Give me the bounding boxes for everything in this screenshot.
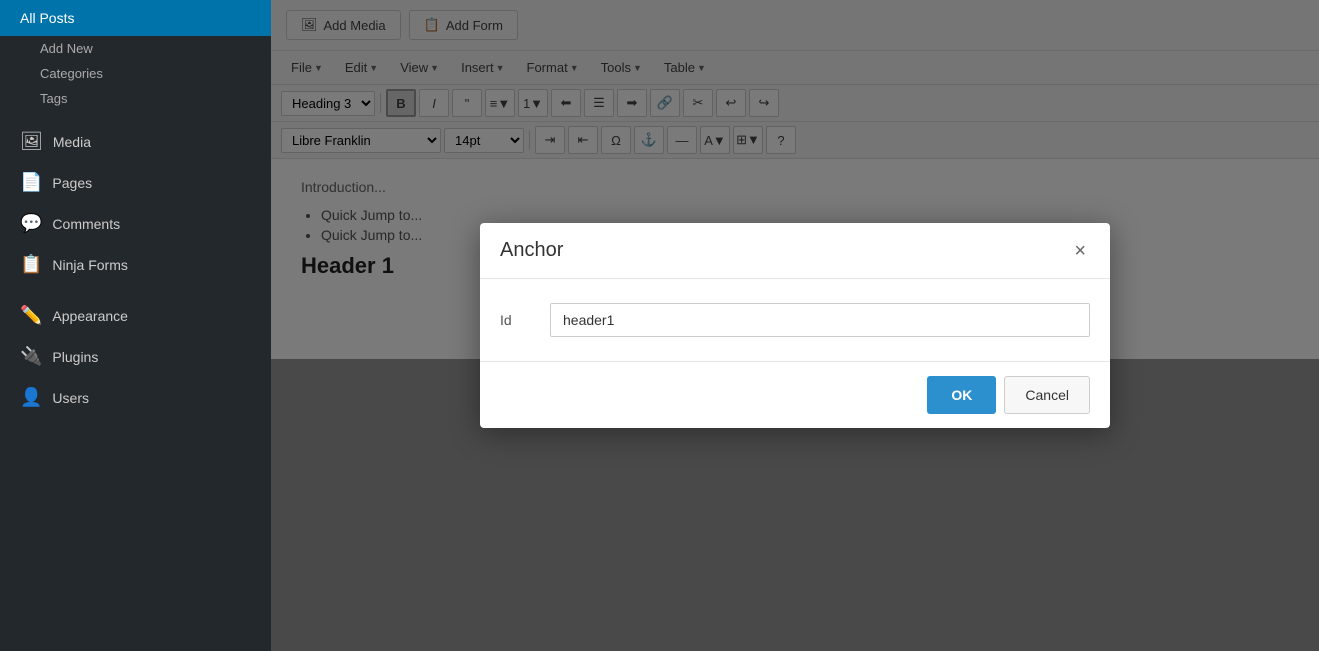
sidebar-item-categories[interactable]: Categories (0, 61, 271, 86)
comments-icon: 💬 (20, 213, 42, 234)
modal-header: Anchor × (480, 223, 1110, 279)
sidebar-item-ninja-forms[interactable]: 📋 Ninja Forms (0, 244, 271, 285)
modal-title: Anchor (500, 239, 563, 262)
sidebar-item-add-new[interactable]: Add New (0, 36, 271, 61)
modal-footer: OK Cancel (480, 361, 1110, 428)
sidebar-item-media[interactable]: 🖼 Media (0, 121, 271, 162)
appearance-icon: ✏️ (20, 305, 42, 326)
id-label: Id (500, 312, 530, 328)
users-icon: 👤 (20, 387, 42, 408)
plugins-icon: 🔌 (20, 346, 42, 367)
sidebar-item-label: All Posts (20, 10, 74, 26)
anchor-modal: Anchor × Id OK Cancel (480, 223, 1110, 428)
pages-icon: 📄 (20, 172, 42, 193)
sidebar-item-tags[interactable]: Tags (0, 86, 271, 111)
media-icon: 🖼 (20, 131, 43, 152)
sidebar: All Posts Add New Categories Tags 🖼 Medi… (0, 0, 271, 651)
id-form-row: Id (500, 303, 1090, 337)
modal-close-button[interactable]: × (1070, 241, 1090, 261)
sidebar-item-comments[interactable]: 💬 Comments (0, 203, 271, 244)
ninja-forms-icon: 📋 (20, 254, 42, 275)
modal-body: Id (480, 279, 1110, 361)
modal-overlay: Anchor × Id OK Cancel (271, 0, 1319, 651)
ok-button[interactable]: OK (927, 376, 996, 414)
sidebar-item-plugins[interactable]: 🔌 Plugins (0, 336, 271, 377)
cancel-button[interactable]: Cancel (1004, 376, 1090, 414)
main-area: 🖼 Add Media 📋 Add Form File ▼ Edit ▼ Vie… (271, 0, 1319, 651)
sidebar-item-users[interactable]: 👤 Users (0, 377, 271, 418)
sidebar-item-appearance[interactable]: ✏️ Appearance (0, 295, 271, 336)
sidebar-item-all-posts[interactable]: All Posts (0, 0, 271, 36)
anchor-id-input[interactable] (550, 303, 1090, 337)
sidebar-item-pages[interactable]: 📄 Pages (0, 162, 271, 203)
